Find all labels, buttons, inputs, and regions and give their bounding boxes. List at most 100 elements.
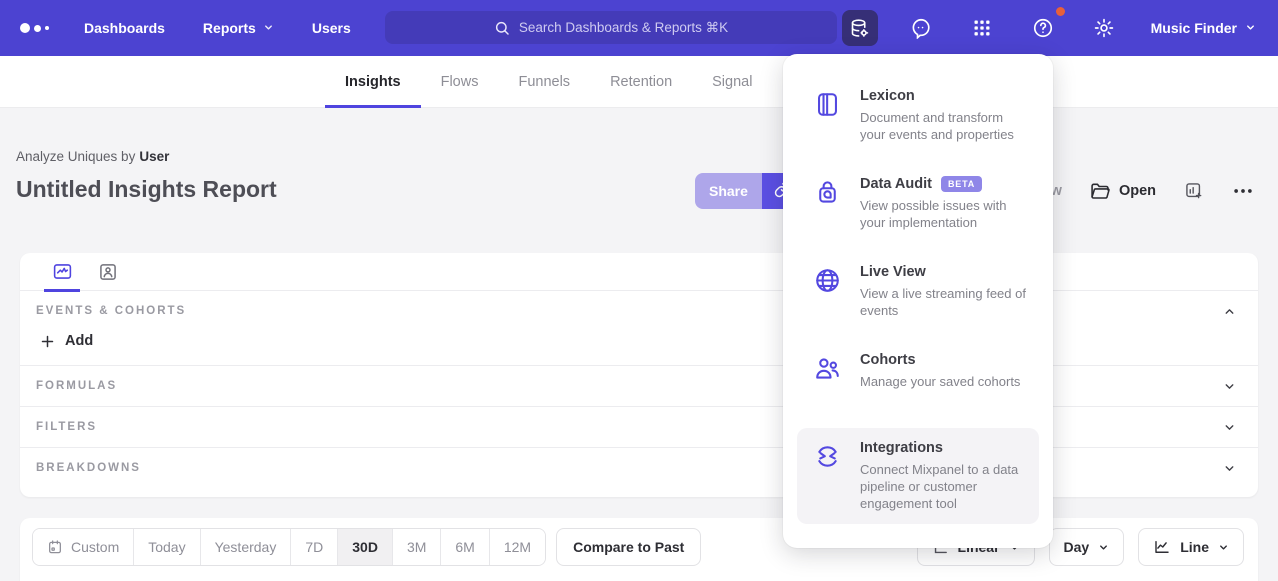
range-label: 6M bbox=[455, 539, 474, 555]
range-yesterday[interactable]: Yesterday bbox=[201, 529, 292, 565]
compare-to-past-button[interactable]: Compare to Past bbox=[556, 528, 701, 566]
chevron-down-icon bbox=[1245, 20, 1256, 36]
open-report-button[interactable]: Open bbox=[1090, 181, 1156, 201]
section-breakdowns[interactable]: BREAKDOWNS bbox=[20, 447, 1258, 488]
range-12m[interactable]: 12M bbox=[490, 529, 545, 565]
menu-item-integrations[interactable]: Integrations Connect Mixpanel to a data … bbox=[797, 428, 1039, 524]
page: Dashboards Reports Users Search Dashboar… bbox=[0, 0, 1278, 581]
feedback-bubble-icon[interactable] bbox=[903, 10, 939, 46]
line-chart-icon bbox=[1153, 538, 1171, 556]
tab-label: Retention bbox=[610, 74, 672, 90]
section-filters[interactable]: FILTERS bbox=[20, 406, 1258, 447]
range-label: 3M bbox=[407, 539, 426, 555]
events-chart-tab[interactable] bbox=[44, 253, 80, 291]
tab-label: Insights bbox=[345, 74, 401, 90]
section-label: BREAKDOWNS bbox=[36, 462, 141, 474]
report-tabbar: Insights Flows Funnels Retention Signal … bbox=[0, 56, 1278, 108]
data-management-icon[interactable] bbox=[842, 10, 878, 46]
menu-item-title: Live View bbox=[860, 264, 926, 280]
share-button[interactable]: Share bbox=[695, 173, 762, 209]
profiles-person-tab[interactable] bbox=[90, 253, 126, 291]
range-6m[interactable]: 6M bbox=[441, 529, 489, 565]
menu-item-title: Cohorts bbox=[860, 352, 916, 368]
plus-icon bbox=[40, 334, 55, 349]
tab-signal[interactable]: Signal bbox=[692, 56, 772, 108]
menu-item-description: Connect Mixpanel to a data pipeline or c… bbox=[860, 461, 1029, 512]
more-options-icon[interactable] bbox=[1232, 180, 1254, 202]
settings-gear-icon[interactable] bbox=[1086, 10, 1122, 46]
chevron-down-icon bbox=[1223, 421, 1236, 434]
beta-badge: BETA bbox=[941, 176, 982, 192]
menu-item-text: Lexicon Document and transform your even… bbox=[860, 88, 1029, 152]
menu-item-data-audit[interactable]: Data Audit BETA View possible issues wit… bbox=[797, 164, 1039, 252]
search-placeholder: Search Dashboards & Reports ⌘K bbox=[519, 20, 728, 36]
lexicon-book-icon bbox=[813, 88, 843, 152]
tab-label: Signal bbox=[712, 74, 752, 90]
search-icon bbox=[494, 20, 510, 36]
nav-right-cluster: Music Finder bbox=[842, 0, 1256, 56]
range-3m[interactable]: 3M bbox=[393, 529, 441, 565]
menu-item-description: View possible issues with your implement… bbox=[860, 197, 1029, 231]
range-label: Today bbox=[148, 539, 185, 555]
apps-grid-icon[interactable] bbox=[964, 10, 1000, 46]
range-custom[interactable]: Custom bbox=[33, 529, 134, 565]
range-label: Yesterday bbox=[215, 539, 277, 555]
menu-item-text: Data Audit BETA View possible issues wit… bbox=[860, 176, 1029, 240]
nav-item-label: Users bbox=[312, 20, 351, 36]
menu-item-description: Document and transform your events and p… bbox=[860, 109, 1029, 143]
calendar-icon bbox=[47, 539, 63, 555]
nav-item-reports[interactable]: Reports bbox=[203, 20, 274, 36]
search-input[interactable]: Search Dashboards & Reports ⌘K bbox=[385, 11, 837, 44]
time-controls-card: Custom Today Yesterday 7D 30D 3M 6M 12M … bbox=[20, 518, 1258, 581]
nav-item-dashboards[interactable]: Dashboards bbox=[84, 20, 165, 36]
tab-insights[interactable]: Insights bbox=[325, 56, 421, 108]
integrations-sync-icon bbox=[813, 440, 843, 512]
section-header[interactable]: EVENTS & COHORTS bbox=[20, 291, 1258, 325]
page-title[interactable]: Untitled Insights Report bbox=[16, 176, 277, 203]
chevron-up-icon[interactable] bbox=[1223, 305, 1236, 318]
chart-type-dropdown[interactable]: Line bbox=[1138, 528, 1244, 566]
add-to-board-icon[interactable] bbox=[1184, 181, 1204, 201]
range-label: 7D bbox=[305, 539, 323, 555]
nav-item-users[interactable]: Users bbox=[312, 20, 351, 36]
report-subtitle: Analyze Uniques byUser bbox=[16, 149, 169, 164]
mixpanel-logo[interactable] bbox=[20, 23, 56, 33]
menu-item-description: View a live streaming feed of events bbox=[860, 285, 1029, 319]
tab-funnels[interactable]: Funnels bbox=[498, 56, 590, 108]
chevron-down-icon bbox=[1218, 542, 1229, 553]
chevron-down-icon bbox=[1223, 380, 1236, 393]
help-icon[interactable] bbox=[1025, 10, 1061, 46]
nav-item-label: Dashboards bbox=[84, 20, 165, 36]
section-label: EVENTS & COHORTS bbox=[36, 305, 186, 317]
menu-item-live-view[interactable]: Live View View a live streaming feed of … bbox=[797, 252, 1039, 340]
workspace-name: Music Finder bbox=[1151, 20, 1237, 36]
section-formulas[interactable]: FORMULAS bbox=[20, 365, 1258, 406]
add-event-button[interactable]: Add bbox=[20, 325, 130, 365]
range-today[interactable]: Today bbox=[134, 529, 200, 565]
range-7d[interactable]: 7D bbox=[291, 529, 338, 565]
date-range-segmented-control: Custom Today Yesterday 7D 30D 3M 6M 12M bbox=[32, 528, 546, 566]
tab-flows[interactable]: Flows bbox=[421, 56, 499, 108]
menu-item-lexicon[interactable]: Lexicon Document and transform your even… bbox=[797, 76, 1039, 164]
compare-label: Compare to Past bbox=[573, 539, 684, 555]
tab-label: Flows bbox=[441, 74, 479, 90]
menu-item-description: Manage your saved cohorts bbox=[860, 373, 1020, 390]
top-navigation-bar: Dashboards Reports Users Search Dashboar… bbox=[0, 0, 1278, 56]
interval-label: Day bbox=[1064, 539, 1090, 555]
workspace-switcher[interactable]: Music Finder bbox=[1151, 20, 1256, 36]
menu-item-cohorts[interactable]: Cohorts Manage your saved cohorts bbox=[797, 340, 1039, 428]
section-label: FILTERS bbox=[36, 421, 97, 433]
tab-retention[interactable]: Retention bbox=[590, 56, 692, 108]
chevron-down-icon bbox=[1098, 542, 1109, 553]
menu-item-text: Cohorts Manage your saved cohorts bbox=[860, 352, 1020, 416]
nav-item-label: Reports bbox=[203, 20, 256, 36]
query-mode-tabs bbox=[20, 253, 1258, 291]
range-30d[interactable]: 30D bbox=[338, 529, 393, 565]
interval-dropdown[interactable]: Day bbox=[1049, 528, 1125, 566]
query-builder-card: EVENTS & COHORTS Add FORMULAS FILTERS bbox=[20, 253, 1258, 497]
notification-dot bbox=[1056, 7, 1065, 16]
menu-item-title: Integrations bbox=[860, 440, 943, 456]
open-label: Open bbox=[1119, 183, 1156, 199]
subtitle-value[interactable]: User bbox=[139, 149, 169, 164]
range-label: Custom bbox=[71, 539, 119, 555]
